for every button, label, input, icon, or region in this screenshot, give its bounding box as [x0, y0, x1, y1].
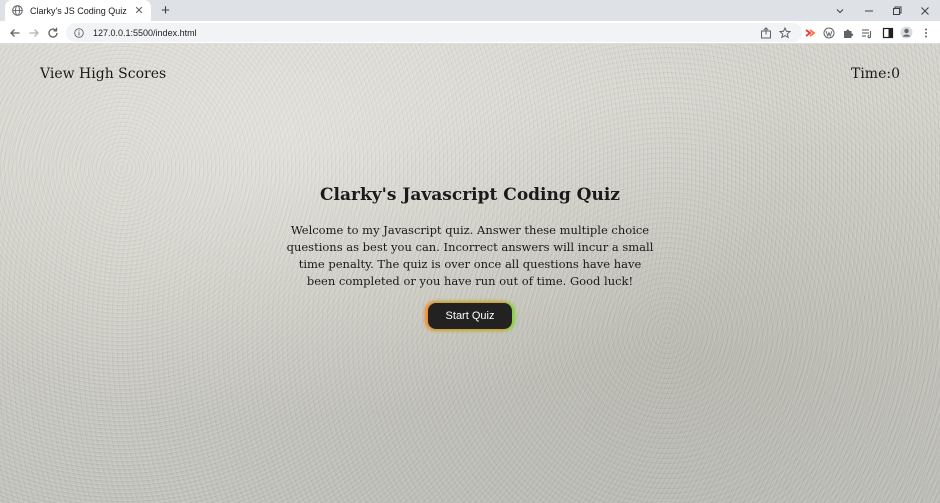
browser-toolbar: 127.0.0.1:5500/index.html	[0, 21, 940, 44]
timer: Time: 0	[851, 66, 900, 82]
url-text[interactable]: 127.0.0.1:5500/index.html	[93, 28, 197, 38]
timer-label: Time:	[850, 66, 892, 82]
puzzle-icon[interactable]	[840, 25, 855, 40]
page-content: View High Scores Time: 0 Clarky's Javascr…	[0, 44, 940, 503]
forward-arrow-icon[interactable]	[25, 24, 42, 41]
quiz-title: Clarky's Javascript Coding Quiz	[320, 185, 620, 205]
globe-icon	[12, 5, 23, 16]
share-icon[interactable]	[758, 25, 773, 40]
back-arrow-icon[interactable]	[6, 24, 23, 41]
media-queue-icon[interactable]	[859, 25, 874, 40]
minimize-icon[interactable]	[855, 0, 883, 21]
quiz-description: Welcome to my Javascript quiz. Answer th…	[286, 223, 654, 288]
reload-icon[interactable]	[44, 24, 61, 41]
browser-tab[interactable]: Clarky's JS Coding Quiz ✕	[5, 0, 151, 21]
start-quiz-button[interactable]: Start Quiz	[428, 303, 512, 329]
address-bar[interactable]: 127.0.0.1:5500/index.html	[66, 23, 802, 42]
restore-icon[interactable]	[883, 0, 911, 21]
extension-red-icon[interactable]	[802, 25, 817, 40]
tab-close-icon[interactable]: ✕	[132, 4, 146, 18]
info-icon[interactable]	[74, 27, 84, 38]
wordpress-icon[interactable]	[821, 25, 836, 40]
chevron-down-icon[interactable]	[826, 0, 854, 21]
close-icon[interactable]	[911, 0, 939, 21]
profile-icon[interactable]	[899, 25, 914, 40]
more-icon[interactable]	[918, 25, 933, 40]
new-tab-button[interactable]: +	[157, 2, 174, 19]
tab-title: Clarky's JS Coding Quiz	[30, 5, 127, 16]
star-icon[interactable]	[777, 25, 792, 40]
tab-strip: Clarky's JS Coding Quiz ✕ +	[0, 0, 940, 21]
sidepanel-icon[interactable]	[880, 25, 895, 40]
view-high-scores-link[interactable]: View High Scores	[40, 66, 166, 82]
timer-value: 0	[891, 66, 900, 82]
